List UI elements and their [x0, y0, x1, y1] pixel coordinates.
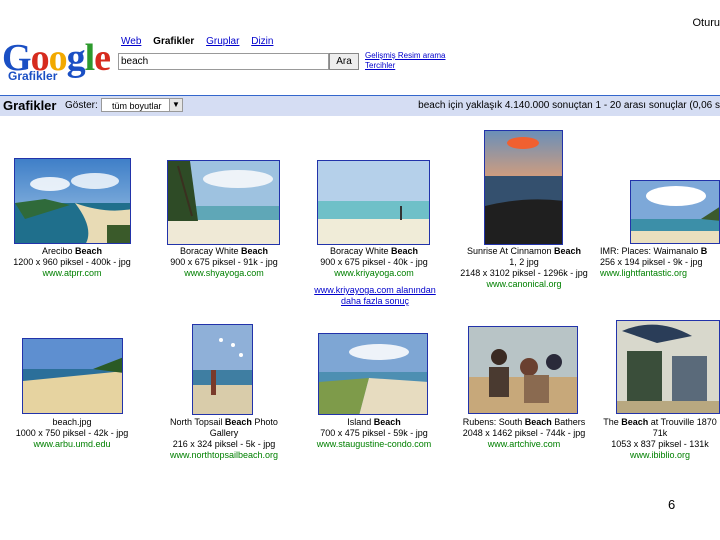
result-thumbnail-beach-jpg[interactable]	[22, 338, 123, 414]
result-title[interactable]: Arecibo Beach	[2, 246, 142, 257]
beach-photo	[193, 325, 252, 414]
result-title[interactable]: Rubens: South Beach Bathers	[454, 417, 594, 428]
chevron-down-icon[interactable]: ▼	[169, 99, 182, 111]
result-url: www.atprr.com	[42, 268, 102, 278]
result-caption: Rubens: South Beach Bathers 2048 x 1462 …	[454, 417, 594, 450]
beach-photo	[319, 334, 427, 414]
beach-photo	[15, 159, 130, 243]
more-results-link[interactable]: daha fazla sonuç	[305, 296, 445, 307]
result-caption: North Topsail Beach Photo Gallery 216 x …	[154, 417, 294, 461]
logo-subtitle: Grafikler	[8, 69, 58, 83]
beach-photo	[318, 161, 429, 244]
beach-photo	[168, 161, 279, 244]
result-url: www.northtopsailbeach.org	[169, 450, 279, 460]
sunrise-photo	[485, 131, 562, 244]
result-url: www.ibiblio.org	[629, 450, 691, 460]
search-input[interactable]	[118, 53, 329, 70]
result-thumbnail-island-beach[interactable]	[318, 333, 428, 415]
painting	[469, 327, 577, 413]
result-url: www.artchive.com	[487, 439, 561, 449]
nav-directory[interactable]: Dizin	[251, 36, 273, 47]
result-thumbnail-boracay-2[interactable]	[317, 160, 430, 245]
result-thumbnail-trouville[interactable]	[616, 320, 720, 414]
result-title[interactable]: Sunrise At Cinnamon Beach	[454, 246, 594, 257]
result-title[interactable]: Boracay White Beach	[304, 246, 444, 257]
result-title[interactable]: beach.jpg	[2, 417, 142, 428]
result-url: www.shyayoga.com	[184, 268, 264, 278]
result-meta: 2148 x 3102 piksel - 1296k - jpg	[460, 268, 588, 278]
result-thumbnail-arecibo[interactable]	[14, 158, 131, 244]
more-results-domain-link[interactable]: www.kriyayoga.com alanından	[305, 285, 445, 296]
search-type-nav: Web Grafikler Gruplar Dizin	[121, 36, 282, 47]
result-meta: 900 x 675 piksel - 91k - jpg	[170, 257, 278, 267]
nav-groups[interactable]: Gruplar	[206, 36, 239, 47]
result-caption: Boracay White Beach 900 x 675 piksel - 4…	[304, 246, 444, 279]
result-caption: The Beach at Trouville 1870 71k 1053 x 8…	[600, 417, 720, 461]
nav-web[interactable]: Web	[121, 36, 141, 47]
result-url: www.arbu.umd.edu	[33, 439, 111, 449]
preferences-link[interactable]: Tercihler	[365, 61, 445, 71]
result-caption: Island Beach 700 x 475 piksel - 59k - jp…	[304, 417, 444, 450]
advanced-image-search-link[interactable]: Gelişmiş Resim arama	[365, 51, 445, 61]
result-thumbnail-north-topsail[interactable]	[192, 324, 253, 415]
result-meta: 216 x 324 piksel - 5k - jpg	[172, 439, 276, 449]
advanced-links: Gelişmiş Resim arama Tercihler	[365, 51, 445, 71]
result-meta: 900 x 675 piksel - 40k - jpg	[320, 257, 428, 267]
beach-photo	[631, 181, 719, 243]
result-title[interactable]: IMR: Places: Waimanalo B	[600, 246, 720, 257]
result-caption: Boracay White Beach 900 x 675 piksel - 9…	[154, 246, 294, 279]
size-select[interactable]: tüm boyutlar ▼	[101, 98, 183, 112]
result-url: www.kriyayoga.com	[334, 268, 414, 278]
result-thumbnail-waimanalo[interactable]	[630, 180, 720, 244]
size-select-value: tüm boyutlar	[112, 101, 162, 111]
result-thumbnail-rubens[interactable]	[468, 326, 578, 414]
result-thumbnail-boracay-1[interactable]	[167, 160, 280, 245]
result-caption: Sunrise At Cinnamon Beach 1, 2 jpg 2148 …	[454, 246, 594, 290]
bar-title: Grafikler	[3, 98, 57, 113]
result-meta: 1000 x 750 piksel - 42k - jpg	[15, 428, 129, 438]
result-meta: 256 x 194 piksel - 9k - jpg	[600, 257, 703, 267]
result-url: www.lightfantastic.org	[600, 268, 688, 278]
nav-images: Grafikler	[153, 36, 195, 47]
beach-photo	[23, 339, 122, 413]
google-logo[interactable]: Google Grafikler	[2, 38, 111, 88]
slide-page-number: 6	[668, 497, 676, 512]
result-title[interactable]: Boracay White Beach	[154, 246, 294, 257]
result-meta: 700 x 475 piksel - 59k - jpg	[320, 428, 428, 438]
result-meta-size: 1, 2 jpg	[509, 257, 539, 267]
painting	[617, 321, 719, 413]
result-caption: Arecibo Beach 1200 x 960 piksel - 400k -…	[2, 246, 142, 279]
result-caption: beach.jpg 1000 x 750 piksel - 42k - jpg …	[2, 417, 142, 450]
result-caption: IMR: Places: Waimanalo B 256 x 194 pikse…	[600, 246, 720, 279]
results-stats: beach için yaklaşık 4.140.000 sonuçtan 1…	[418, 100, 720, 111]
result-url: www.canonical.org	[486, 279, 562, 289]
result-thumbnail-sunrise[interactable]	[484, 130, 563, 245]
search-button[interactable]: Ara	[329, 53, 359, 70]
result-title[interactable]: Island Beach	[304, 417, 444, 428]
result-meta-extra: 71k	[652, 428, 668, 438]
show-label: Göster:	[65, 100, 98, 111]
result-title[interactable]: The Beach at Trouville 1870	[600, 417, 720, 428]
result-url: www.staugustine-condo.com	[316, 439, 432, 449]
result-title[interactable]: North Topsail Beach Photo Gallery	[164, 417, 284, 439]
more-results-link-box: www.kriyayoga.com alanından daha fazla s…	[305, 285, 445, 307]
result-meta: 1053 x 837 piksel - 131k	[611, 439, 709, 449]
results-bar: Grafikler Göster: tüm boyutlar ▼ beach i…	[0, 95, 720, 116]
sign-in-link[interactable]: Oturu	[692, 17, 720, 29]
result-meta: 2048 x 1462 piksel - 744k - jpg	[462, 428, 586, 438]
result-meta: 1200 x 960 piksel - 400k - jpg	[13, 257, 131, 267]
